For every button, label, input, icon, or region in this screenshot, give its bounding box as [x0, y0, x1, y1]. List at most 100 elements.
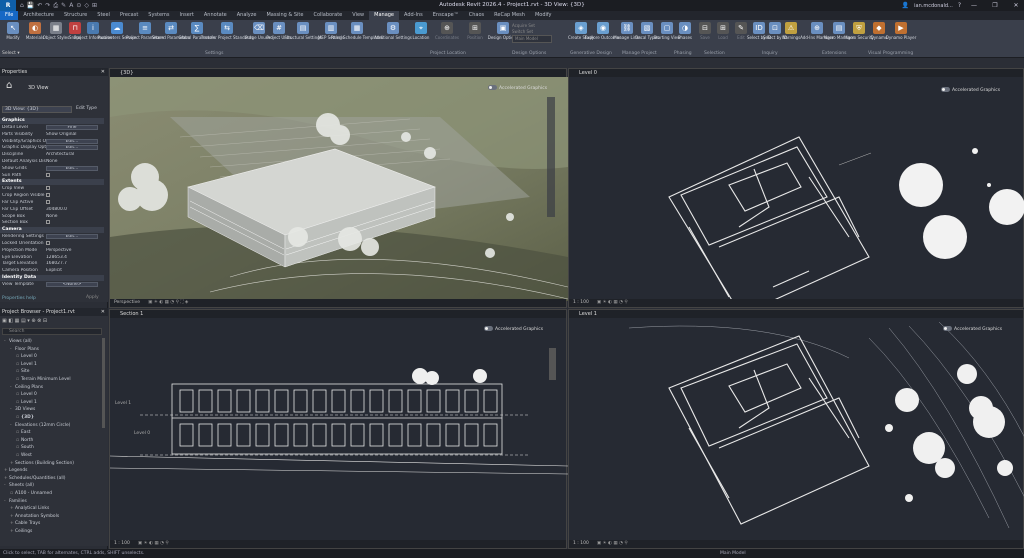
qat-icon[interactable]: ⌂	[20, 2, 24, 10]
viewport-3d[interactable]: {3D} Accelerated Graphics Perspective ▣ …	[109, 68, 568, 308]
view-control-bar[interactable]: 1 : 100 ▣ ☀ ◐ ▦ ◔ ⚲	[110, 540, 566, 548]
qat-icon[interactable]: ◇	[84, 2, 89, 10]
browser-tree-item[interactable]: ▫ Level 1	[16, 399, 37, 406]
apply-button[interactable]: Apply	[86, 295, 99, 300]
user-icon[interactable]: 👤	[902, 2, 909, 9]
ribbon-tab-annotate[interactable]: Annotate	[199, 11, 232, 20]
checkbox[interactable]	[46, 172, 50, 177]
qat-icon[interactable]: ⊙	[76, 2, 81, 10]
browser-tree-item[interactable]: +Schedules/Quantities (all)	[4, 475, 65, 482]
property-value[interactable]: Show Original	[46, 132, 98, 138]
ribbon-button-location[interactable]: ⌖ Location	[410, 22, 432, 52]
ribbon-button-macro-security[interactable]: ⛨ Macro Security	[844, 22, 874, 52]
ribbon-button-coordinates[interactable]: ⊕ Coordinates	[435, 22, 459, 52]
active-model-select[interactable]: Main Model	[720, 549, 746, 558]
property-value[interactable]: Edit...	[46, 234, 98, 240]
property-value[interactable]: Edit...	[46, 138, 98, 144]
accelerated-graphics-badge[interactable]: Accelerated Graphics	[943, 326, 1002, 332]
user-name[interactable]: ian.mcdonald...	[914, 3, 953, 9]
app-menu-button[interactable]: R	[0, 0, 16, 11]
close-icon[interactable]: ✕	[101, 68, 105, 76]
property-value[interactable]: Edit...	[46, 165, 98, 171]
property-group-header[interactable]: Camera	[0, 227, 104, 234]
ribbon-tab-file[interactable]: File	[0, 11, 19, 20]
ribbon-tab-analyze[interactable]: Analyze	[232, 11, 262, 20]
browser-tree-item[interactable]: - Families	[4, 498, 27, 505]
browser-tree-item[interactable]: +Cable Trays	[10, 520, 40, 527]
accelerated-graphics-badge[interactable]: Accelerated Graphics	[941, 87, 1000, 93]
viewport-tab[interactable]: Section 1	[110, 310, 566, 318]
viewport-level-0[interactable]: Level 0 Accelerated Graphics 1 : 100 ▣ ☀ …	[568, 68, 1024, 308]
ribbon-button-structural-settings[interactable]: ▤ Structural Settings	[284, 22, 322, 52]
ribbon-tab-chaos[interactable]: Chaos	[464, 11, 489, 20]
property-group-header[interactable]: Graphics	[0, 118, 104, 124]
browser-tree-item[interactable]: ▫ A100 - Unnamed	[10, 490, 52, 497]
property-value[interactable]: 168027.7	[46, 261, 98, 267]
ribbon-button-panel-schedule-templates[interactable]: ▦ Panel Schedule Templates	[331, 22, 383, 52]
help-icon[interactable]: ?	[958, 2, 961, 9]
qat-icon[interactable]: ⊞	[92, 2, 97, 10]
viewport-tab[interactable]: Level 0	[569, 69, 1023, 77]
main-model-select[interactable]: Main Model	[512, 35, 552, 43]
checkbox[interactable]	[46, 200, 50, 204]
ribbon-button-additional-settings[interactable]: ⚙ Additional Settings	[374, 22, 412, 52]
view-control-bar[interactable]: 1 : 100 ▣ ☀ ◐ ▦ ◔ ⚲	[569, 299, 1023, 307]
viewport-tab[interactable]: {3D}	[110, 69, 566, 77]
level-1-marker[interactable]: Level 1	[115, 401, 131, 406]
browser-tree-item[interactable]: +Analytical Links	[10, 505, 49, 512]
browser-tree-item[interactable]: - Elevations (12mm Circle)	[10, 422, 70, 429]
browser-tree-item[interactable]: ▫ West	[16, 452, 32, 459]
minimize-button[interactable]: —	[966, 2, 982, 9]
browser-tree-item[interactable]: +Legends	[4, 467, 27, 474]
ribbon-tab-insert[interactable]: Insert	[175, 11, 199, 20]
scrollbar[interactable]	[102, 338, 105, 428]
close-button[interactable]: ✕	[1008, 2, 1024, 9]
ribbon-button-warnings[interactable]: ⚠ Warnings	[780, 22, 802, 52]
ribbon-button-phases[interactable]: ◑ Phases	[674, 22, 696, 52]
ribbon-button-parameters-service[interactable]: ☁ Parameters Service	[98, 22, 136, 52]
viewport-tab[interactable]: Level 1	[569, 310, 1023, 318]
browser-search-input[interactable]: Search	[2, 328, 102, 335]
checkbox[interactable]	[46, 193, 50, 198]
property-group-header[interactable]: Identity Data	[0, 275, 104, 281]
browser-tree-item[interactable]: ▫ Level 1	[16, 361, 37, 368]
browser-tree-item[interactable]: - Views (all)	[4, 338, 32, 345]
browser-tree-item[interactable]: ▫ North	[16, 437, 33, 444]
accelerated-graphics-badge[interactable]: Accelerated Graphics	[484, 326, 543, 332]
ribbon-button-modify[interactable]: ↖ Modify	[2, 22, 24, 52]
checkbox[interactable]	[46, 186, 50, 191]
property-value[interactable]	[46, 172, 98, 179]
qat-icon[interactable]: A	[69, 2, 73, 10]
property-value[interactable]	[46, 186, 98, 192]
qat-icon[interactable]: ✎	[61, 2, 66, 10]
property-group-header[interactable]: Extents	[0, 179, 104, 186]
property-value[interactable]: <None>	[46, 282, 98, 287]
browser-tree-item[interactable]: ▫ {3D}	[16, 414, 34, 421]
ribbon-tab-structure[interactable]: Structure	[59, 11, 92, 20]
view-control-bar[interactable]: Perspective ▣ ☀ ◐ ▦ ◔ ⚲ ⛶ ◈	[110, 299, 566, 307]
ribbon-tab-collaborate[interactable]: Collaborate	[308, 11, 347, 20]
ribbon-tab-systems[interactable]: Systems	[143, 11, 174, 20]
browser-tree-item[interactable]: ▫ South	[16, 444, 34, 451]
property-value[interactable]: 128653.4	[46, 255, 98, 261]
level-0-marker[interactable]: Level 0	[134, 431, 150, 436]
browser-tree-item[interactable]: ▫ Terrain Minimum Level	[16, 376, 71, 383]
property-value[interactable]	[46, 193, 98, 199]
ribbon-button-explore-outcomes[interactable]: ◉ Explore Outcomes	[585, 22, 621, 52]
viewport-section-1[interactable]: Section 1 Level 1 Level 0 Accelerated Gr…	[109, 309, 568, 549]
instance-select[interactable]: 3D View: {3D}	[2, 106, 72, 113]
ribbon-button-transfer-project-standards[interactable]: ⇆ Transfer Project Standards	[201, 22, 253, 52]
accelerated-graphics-badge[interactable]: Accelerated Graphics	[488, 85, 547, 91]
ribbon-button-design-options[interactable]: ▣ Design Options	[488, 22, 518, 52]
property-value[interactable]: None	[46, 159, 98, 165]
property-value[interactable]	[46, 200, 98, 206]
qat-icon[interactable]: 💾	[27, 2, 34, 10]
property-value[interactable]: Edit...	[46, 145, 98, 151]
qat-icon[interactable]: ↶	[37, 2, 42, 10]
close-icon[interactable]: ✕	[101, 308, 105, 316]
property-value[interactable]	[46, 241, 98, 247]
browser-tree-item[interactable]: +Annotation Symbols	[10, 513, 59, 520]
property-value[interactable]	[46, 220, 98, 226]
ribbon-tab-manage[interactable]: Manage	[369, 11, 400, 20]
ribbon-tab-view[interactable]: View	[347, 11, 369, 20]
